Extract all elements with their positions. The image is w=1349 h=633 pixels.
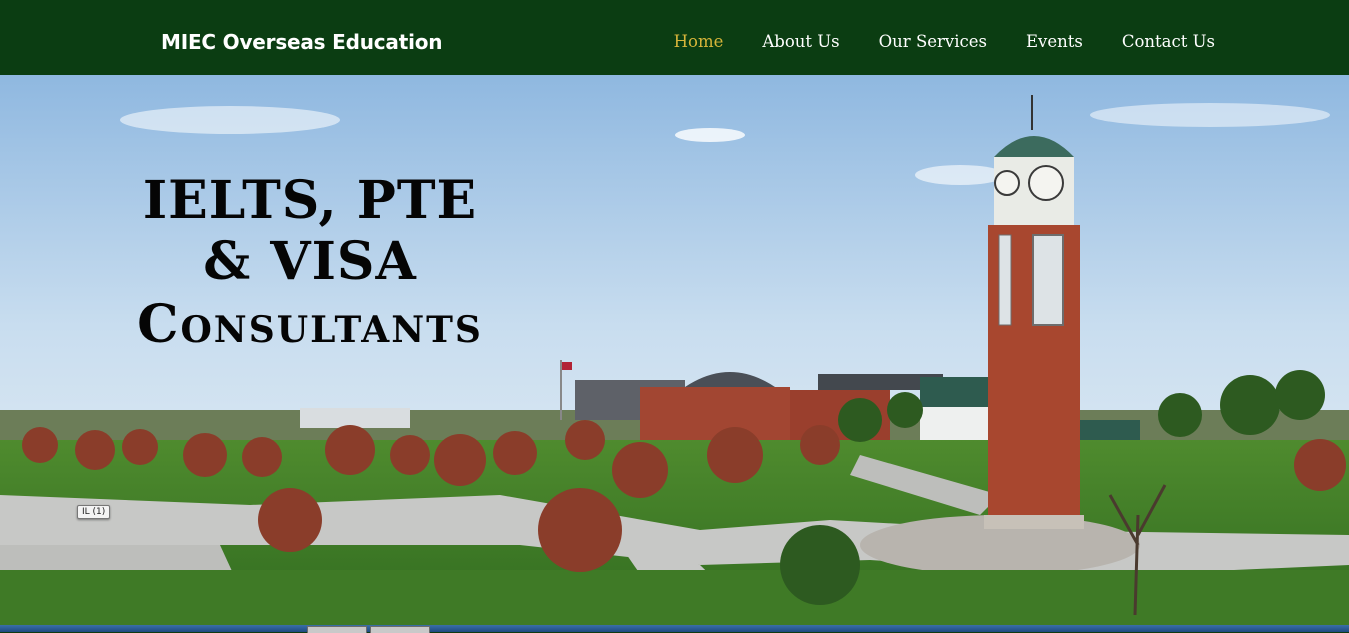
headline-line-2: & VISA <box>203 231 417 292</box>
nav-contact-us[interactable]: Contact Us <box>1122 32 1215 51</box>
headline-line-1: IELTS, PTE <box>142 170 478 231</box>
site-header: MIEC Overseas Education Home About Us Ou… <box>0 0 1349 75</box>
hero-banner: IELTS, PTE & VISA Consultants IL (1) <box>0 75 1349 632</box>
brand-logo-text[interactable]: MIEC Overseas Education <box>161 30 443 54</box>
nav-events[interactable]: Events <box>1026 32 1083 51</box>
nav-about-us[interactable]: About Us <box>762 32 839 51</box>
hero-headline: IELTS, PTE & VISA Consultants <box>100 171 520 357</box>
nav-home[interactable]: Home <box>674 32 724 51</box>
os-taskbar <box>0 625 1349 632</box>
headline-line-3: Consultants <box>137 294 483 355</box>
nav-our-services[interactable]: Our Services <box>879 32 987 51</box>
image-tooltip-tag: IL (1) <box>77 505 111 519</box>
main-nav: Home About Us Our Services Events Contac… <box>635 32 1215 51</box>
